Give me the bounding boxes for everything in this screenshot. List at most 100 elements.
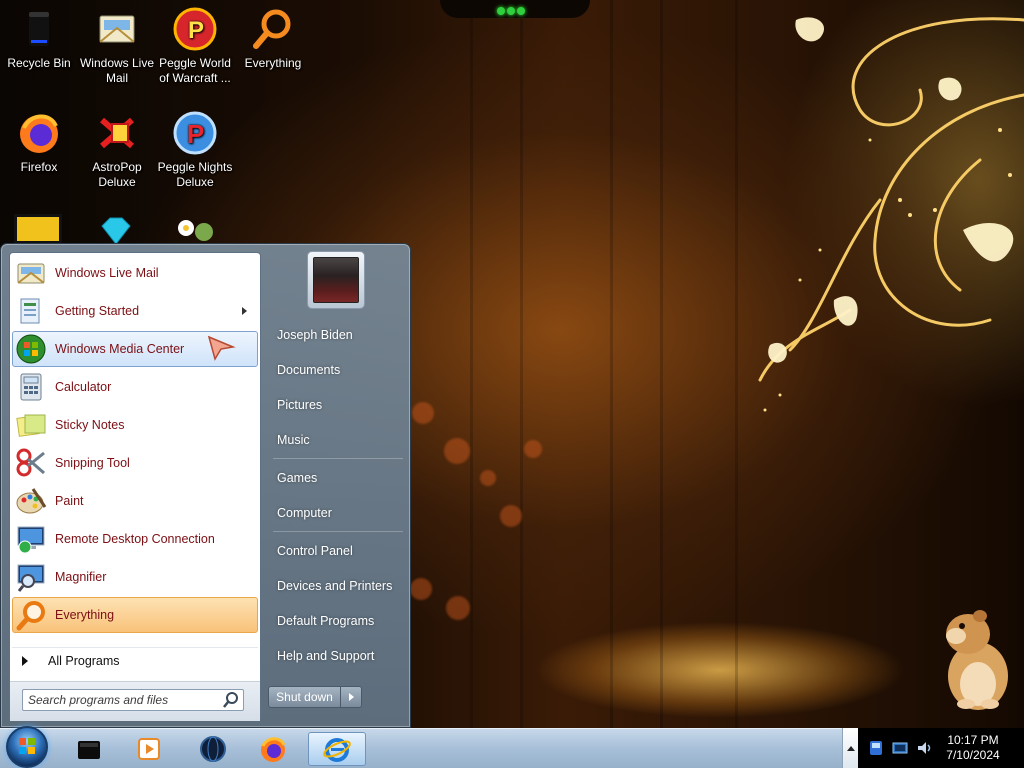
search-icon[interactable] xyxy=(222,691,240,709)
program-label: Sticky Notes xyxy=(55,418,125,432)
svg-text:P: P xyxy=(187,119,204,149)
search-input[interactable] xyxy=(22,689,244,711)
program-snipping-tool[interactable]: Snipping Tool xyxy=(12,445,258,481)
windows-logo-icon xyxy=(19,738,35,754)
taskbar-firefox-button[interactable] xyxy=(244,732,302,766)
place-devices-and-printers[interactable]: Devices and Printers xyxy=(267,571,405,601)
shutdown-options-button[interactable] xyxy=(341,687,361,707)
astropop-icon xyxy=(94,110,140,156)
program-windows-live-mail[interactable]: Windows Live Mail xyxy=(12,255,258,291)
scissors-icon xyxy=(15,447,47,479)
hamster-image xyxy=(946,610,1008,710)
mouse-cursor-icon xyxy=(207,335,236,361)
firefox-icon xyxy=(16,110,62,156)
submenu-arrow-icon[interactable] xyxy=(242,307,247,315)
search-area xyxy=(10,681,260,721)
place-user-folder[interactable]: Joseph Biden xyxy=(267,320,405,350)
desktop-icon-peggle-wow[interactable]: P Peggle World of Warcraft ... xyxy=(156,6,234,86)
tray-app-icon[interactable] xyxy=(868,740,884,756)
program-label: Windows Media Center xyxy=(55,342,185,356)
program-label: Calculator xyxy=(55,380,112,394)
program-calculator[interactable]: Calculator xyxy=(12,369,258,405)
desktop-icon-recycle-bin[interactable]: Recycle Bin xyxy=(0,6,78,71)
program-label: Getting Started xyxy=(55,304,140,318)
program-everything[interactable]: Everything xyxy=(12,597,258,633)
program-magnifier[interactable]: Magnifier xyxy=(12,559,258,595)
svg-text:P: P xyxy=(188,17,204,44)
start-button[interactable] xyxy=(6,726,48,768)
shutdown-control: Shut down xyxy=(268,686,362,708)
firefox-icon xyxy=(261,737,286,762)
diamond-icon[interactable] xyxy=(96,216,136,245)
calculator-icon xyxy=(15,371,47,403)
desktop-icon-label: AstroPop Deluxe xyxy=(92,160,142,189)
taskbar-globe-app-button[interactable] xyxy=(184,732,242,766)
media-player-icon xyxy=(138,738,160,760)
search-icon xyxy=(15,599,47,631)
program-remote-desktop-connection[interactable]: Remote Desktop Connection xyxy=(12,521,258,557)
taskbar-app-button[interactable] xyxy=(60,732,118,766)
wallpaper-device-notch xyxy=(440,0,590,18)
desktop-icon-windows-live-mail[interactable]: Windows Live Mail xyxy=(78,6,156,86)
user-account-picture[interactable] xyxy=(307,251,365,309)
windows-media-center-icon xyxy=(15,333,47,365)
clock-date: 7/10/2024 xyxy=(946,748,1000,762)
start-menu: Windows Live Mail Getting Started Window… xyxy=(0,243,411,728)
program-sticky-notes[interactable]: Sticky Notes xyxy=(12,407,258,443)
system-clock[interactable]: 10:17 PM 7/10/2024 xyxy=(930,733,1016,763)
all-programs-button[interactable]: All Programs xyxy=(12,647,258,673)
mail-icon xyxy=(15,257,47,289)
magnifier-icon xyxy=(250,6,296,52)
chevron-right-icon xyxy=(348,693,354,701)
getting-started-icon xyxy=(15,295,47,327)
desktop-icon-firefox[interactable]: Firefox xyxy=(0,110,78,175)
internet-explorer-icon xyxy=(323,738,351,762)
program-label: Snipping Tool xyxy=(55,456,130,470)
place-control-panel[interactable]: Control Panel xyxy=(267,536,405,566)
desktop-icon-label: Windows Live Mail xyxy=(79,56,155,85)
desktop-icon-partial-game[interactable] xyxy=(14,214,62,244)
desktop-icon-label: Everything xyxy=(244,56,302,70)
magnifier-icon xyxy=(15,561,47,593)
places-separator xyxy=(273,458,403,459)
show-hidden-icons-button[interactable] xyxy=(842,728,858,768)
network-icon[interactable] xyxy=(892,740,908,756)
program-windows-media-center[interactable]: Windows Media Center xyxy=(12,331,258,367)
paint-palette-icon xyxy=(15,485,47,517)
chevron-up-icon xyxy=(846,745,855,751)
place-games[interactable]: Games xyxy=(267,463,405,493)
program-label: Paint xyxy=(55,494,84,508)
program-label: Everything xyxy=(55,608,115,622)
black-app-icon xyxy=(78,741,100,759)
place-pictures[interactable]: Pictures xyxy=(267,390,405,420)
mail-icon xyxy=(94,6,140,52)
places-separator xyxy=(273,531,403,532)
globe-app-icon xyxy=(200,736,226,762)
program-label: Windows Live Mail xyxy=(55,266,159,280)
program-getting-started[interactable]: Getting Started xyxy=(12,293,258,329)
shutdown-button[interactable]: Shut down xyxy=(269,687,341,707)
place-default-programs[interactable]: Default Programs xyxy=(267,606,405,636)
desktop-icon-label: Peggle World of Warcraft ... xyxy=(159,56,231,85)
desktop-icon-peggle-nights[interactable]: P Peggle Nights Deluxe xyxy=(156,110,234,190)
program-label: Magnifier xyxy=(55,570,107,584)
desktop-icon-everything[interactable]: Everything xyxy=(234,6,312,71)
program-label: Remote Desktop Connection xyxy=(55,532,215,546)
place-documents[interactable]: Documents xyxy=(267,355,405,385)
desktop-icon-astropop[interactable]: AstroPop Deluxe xyxy=(78,110,156,190)
desktop-icon-label: Peggle Nights Deluxe xyxy=(157,160,233,189)
taskbar-media-player-button[interactable] xyxy=(120,732,178,766)
expand-arrow-icon xyxy=(22,655,28,666)
place-music[interactable]: Music xyxy=(267,425,405,455)
program-paint[interactable]: Paint xyxy=(12,483,258,519)
recycle-bin-icon xyxy=(16,6,62,52)
peggle-nights-icon: P xyxy=(172,110,218,156)
desktop-icon-label: Firefox xyxy=(20,160,58,174)
remote-desktop-icon xyxy=(15,523,47,555)
peggle-icon: P xyxy=(172,6,218,52)
place-computer[interactable]: Computer xyxy=(267,498,405,528)
flower-icon[interactable] xyxy=(172,214,220,244)
place-help-and-support[interactable]: Help and Support xyxy=(267,641,405,671)
taskbar-internet-explorer-button[interactable] xyxy=(308,732,366,766)
sticky-notes-icon xyxy=(15,409,47,441)
